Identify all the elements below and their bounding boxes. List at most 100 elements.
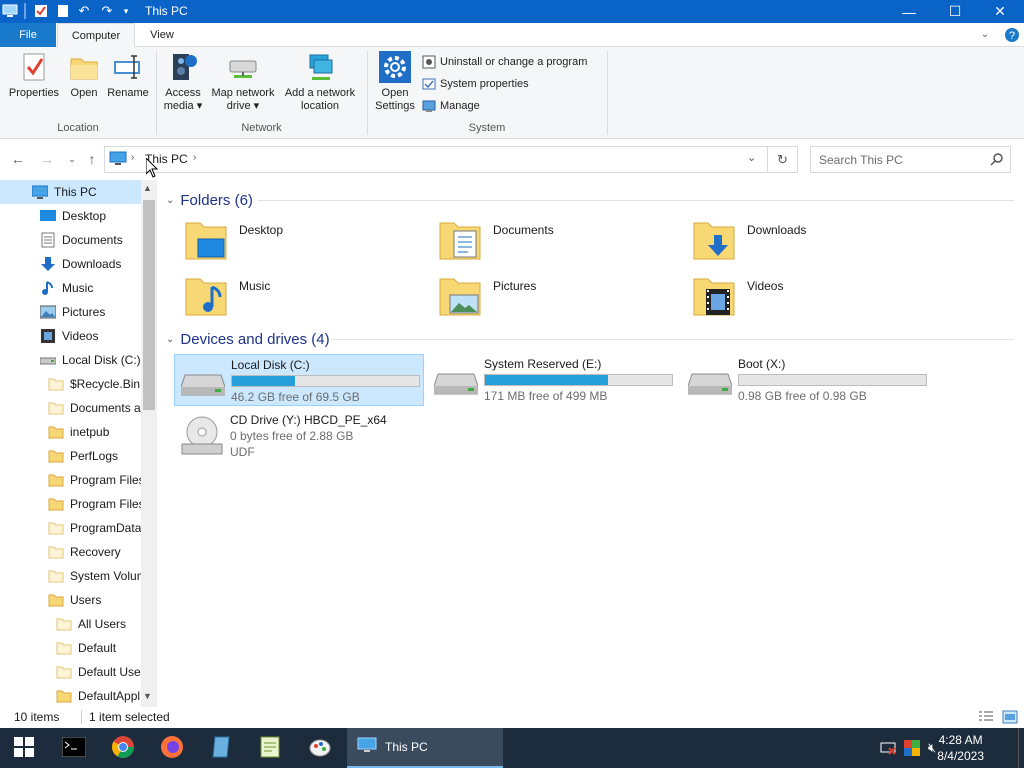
nav-item-folder[interactable]: PerfLogs bbox=[48, 444, 118, 468]
tab-file[interactable]: File bbox=[0, 23, 56, 47]
start-button[interactable] bbox=[0, 728, 48, 768]
help-icon[interactable]: ? bbox=[1002, 23, 1022, 47]
collapse-ribbon-icon[interactable]: ⌄ bbox=[975, 23, 995, 47]
search-input[interactable]: Search This PC bbox=[819, 153, 903, 167]
address-bar[interactable]: › This PC › ⌄ bbox=[104, 146, 768, 173]
nav-item-folder[interactable]: ProgramData bbox=[48, 516, 141, 540]
clock[interactable]: 4:28 AM 8/4/2023 bbox=[937, 732, 984, 764]
scroll-up-icon[interactable]: ▲ bbox=[143, 183, 152, 193]
nav-item-music[interactable]: Music bbox=[40, 276, 93, 300]
folder-item-pictures[interactable]: Pictures bbox=[428, 271, 678, 323]
minimize-button[interactable]: — bbox=[886, 0, 932, 23]
open-settings-button[interactable]: Open Settings bbox=[372, 51, 418, 113]
nav-item-folder[interactable]: Default bbox=[56, 636, 116, 660]
undo-icon[interactable]: ↶ bbox=[76, 3, 92, 19]
nav-item-folder[interactable]: System Volum bbox=[48, 564, 147, 588]
nav-label: Users bbox=[70, 593, 102, 607]
scroll-down-icon[interactable]: ▼ bbox=[143, 691, 152, 701]
tab-computer[interactable]: Computer bbox=[57, 23, 135, 48]
volume-muted-icon[interactable]: 🔇︎ bbox=[928, 740, 936, 756]
details-view-icon[interactable] bbox=[978, 710, 994, 727]
drive-item-cd-drive-y[interactable]: CD Drive (Y:) HBCD_PE_x64 0 bytes free o… bbox=[174, 410, 424, 466]
drive-item-boot-x[interactable]: Boot (X:) 0.98 GB free of 0.98 GB bbox=[682, 354, 932, 406]
breadcrumb-chevron-icon[interactable]: › bbox=[193, 152, 196, 163]
network-disconnected-icon[interactable] bbox=[880, 740, 898, 759]
nav-item-folder[interactable]: Program Files bbox=[48, 492, 145, 516]
settings-gear-icon bbox=[379, 51, 411, 83]
taskbar-paint-button[interactable] bbox=[296, 728, 344, 768]
navigation-pane: This PC Desktop Documents Downloads Musi… bbox=[0, 180, 157, 707]
taskbar-firefox-button[interactable] bbox=[148, 728, 196, 768]
map-drive-label-1: Map network bbox=[211, 87, 275, 99]
access-media-button[interactable]: Access media ▾ bbox=[160, 51, 206, 113]
nav-item-documents[interactable]: Documents bbox=[40, 228, 123, 252]
system-properties-button[interactable]: System properties bbox=[422, 75, 529, 93]
properties-label: Properties bbox=[8, 87, 60, 99]
folder-item-desktop[interactable]: Desktop bbox=[174, 215, 424, 267]
nav-label: ProgramData bbox=[70, 521, 142, 535]
nav-item-folder[interactable]: Program Files bbox=[48, 468, 145, 492]
nav-item-folder[interactable]: Default User bbox=[56, 660, 145, 684]
open-button[interactable]: Open bbox=[64, 51, 104, 100]
add-network-location-button[interactable]: Add a network location bbox=[280, 51, 360, 113]
nav-item-pictures[interactable]: Pictures bbox=[39, 300, 105, 324]
taskbar-app-button[interactable] bbox=[197, 728, 245, 768]
forward-arrow-icon[interactable]: → bbox=[39, 151, 55, 167]
nav-item-videos[interactable]: Videos bbox=[40, 324, 98, 348]
nav-item-folder[interactable]: All Users bbox=[56, 612, 126, 636]
folder-open-icon bbox=[68, 51, 100, 83]
new-folder-quick-icon[interactable] bbox=[55, 3, 71, 19]
folder-item-downloads[interactable]: Downloads bbox=[682, 215, 932, 267]
folder-item-videos[interactable]: Videos bbox=[682, 271, 932, 323]
drive-item-system-reserved-e[interactable]: System Reserved (E:) 171 MB free of 499 … bbox=[428, 354, 678, 406]
taskbar-this-pc-button[interactable]: This PC bbox=[347, 728, 503, 768]
maximize-button[interactable]: ☐ bbox=[932, 0, 978, 23]
nav-item-folder[interactable]: $Recycle.Bin bbox=[48, 372, 140, 396]
tab-view[interactable]: View bbox=[137, 23, 187, 47]
color-tray-icon[interactable] bbox=[904, 740, 920, 759]
address-dropdown-icon[interactable]: ⌄ bbox=[747, 151, 756, 164]
rename-button[interactable]: Rename bbox=[104, 51, 152, 100]
folders-section-header[interactable]: ⌄ Folders (6) bbox=[166, 190, 253, 210]
uninstall-program-button[interactable]: Uninstall or change a program bbox=[422, 53, 587, 71]
mouse-cursor-icon bbox=[145, 156, 159, 181]
back-arrow-icon[interactable]: ← bbox=[10, 151, 26, 167]
taskbar-notepad-button[interactable] bbox=[246, 728, 294, 768]
nav-item-folder[interactable]: Users bbox=[48, 588, 101, 612]
folder-item-documents[interactable]: Documents bbox=[428, 215, 678, 267]
manage-button[interactable]: Manage bbox=[422, 97, 480, 115]
nav-item-folder[interactable]: Documents a bbox=[48, 396, 141, 420]
map-network-drive-button[interactable]: Map network drive ▾ bbox=[208, 51, 278, 113]
up-arrow-icon[interactable]: ↑ bbox=[84, 151, 100, 167]
show-desktop-button[interactable] bbox=[1018, 728, 1024, 768]
nav-label: Default User bbox=[78, 665, 145, 679]
large-icons-view-icon[interactable] bbox=[1002, 710, 1018, 727]
nav-item-folder[interactable]: DefaultAppl bbox=[56, 684, 140, 707]
recent-locations-chevron-icon[interactable]: ⌄ bbox=[64, 151, 80, 167]
nav-item-local-disk[interactable]: Local Disk (C:) bbox=[39, 348, 141, 372]
nav-scrollbar-thumb[interactable] bbox=[143, 200, 155, 410]
taskbar-chrome-button[interactable] bbox=[99, 728, 147, 768]
status-bar: 10 items 1 item selected bbox=[0, 707, 1024, 728]
properties-quick-icon[interactable] bbox=[33, 3, 49, 19]
nav-item-this-pc[interactable]: This PC bbox=[0, 180, 141, 204]
nav-item-folder[interactable]: Recovery bbox=[48, 540, 121, 564]
nav-item-downloads[interactable]: Downloads bbox=[40, 252, 121, 276]
redo-icon[interactable]: ↷ bbox=[99, 3, 115, 19]
nav-label: Program Files bbox=[70, 473, 145, 487]
nav-item-folder[interactable]: inetpub bbox=[48, 420, 109, 444]
customize-quick-access-icon[interactable]: ▾ bbox=[118, 3, 134, 19]
system-properties-icon bbox=[422, 77, 436, 91]
taskbar-terminal-button[interactable] bbox=[50, 728, 98, 768]
close-button[interactable]: ✕ bbox=[977, 0, 1023, 23]
properties-button[interactable]: Properties bbox=[6, 51, 62, 100]
refresh-icon[interactable]: ↻ bbox=[768, 146, 798, 173]
collapse-chevron-icon: ⌄ bbox=[166, 194, 175, 206]
search-box[interactable]: Search This PC bbox=[810, 146, 1011, 173]
folder-item-music[interactable]: Music bbox=[174, 271, 424, 323]
folder-icon bbox=[56, 640, 72, 656]
drives-section-header[interactable]: ⌄ Devices and drives (4) bbox=[166, 329, 330, 349]
nav-item-desktop[interactable]: Desktop bbox=[40, 204, 106, 228]
pc-icon[interactable] bbox=[2, 3, 18, 19]
drive-item-local-disk-c[interactable]: Local Disk (C:) 46.2 GB free of 69.5 GB bbox=[174, 354, 424, 406]
